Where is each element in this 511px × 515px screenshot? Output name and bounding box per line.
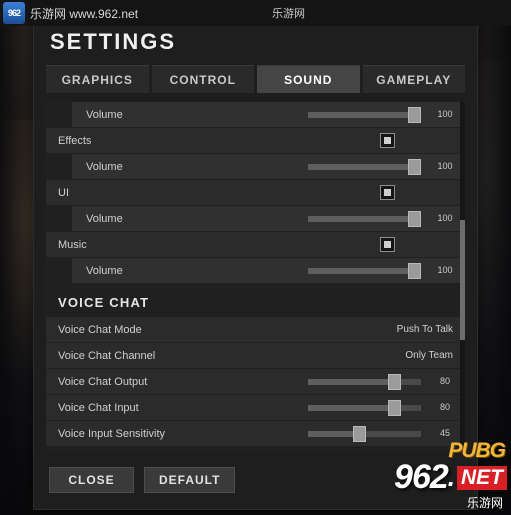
row-volume-1[interactable]: Volume 100 bbox=[72, 102, 465, 127]
row-label: Voice Chat Mode bbox=[58, 323, 142, 336]
site-logo-icon: 962 bbox=[3, 2, 25, 24]
row-music[interactable]: Music bbox=[46, 232, 465, 257]
site-url-label: 乐游网 www.962.net bbox=[30, 6, 139, 21]
slider-fill bbox=[308, 163, 408, 170]
row-volume-4[interactable]: Volume 100 bbox=[72, 258, 465, 283]
row-label: Voice Chat Channel bbox=[58, 349, 156, 362]
volume-value-1: 100 bbox=[437, 109, 453, 119]
volume-slider-1[interactable] bbox=[308, 106, 421, 123]
row-label: Voice Chat Input bbox=[58, 401, 139, 414]
slider-knob[interactable] bbox=[353, 425, 366, 442]
slider-fill bbox=[308, 430, 353, 437]
volume-value-2: 100 bbox=[437, 161, 453, 171]
row-effects[interactable]: Effects bbox=[46, 128, 465, 153]
music-checkbox[interactable] bbox=[380, 237, 395, 252]
volume-slider-2[interactable] bbox=[308, 158, 421, 175]
row-voice-chat-output[interactable]: Voice Chat Output 80 bbox=[46, 369, 465, 394]
slider-fill bbox=[308, 111, 408, 118]
row-ui[interactable]: UI bbox=[46, 180, 465, 205]
settings-tabs: GRAPHICS CONTROL SOUND GAMEPLAY bbox=[46, 65, 465, 93]
tab-sound[interactable]: SOUND bbox=[257, 65, 360, 93]
row-label: Volume bbox=[86, 264, 123, 277]
scrollbar-thumb[interactable] bbox=[460, 220, 465, 340]
watermark-dot: . bbox=[447, 462, 455, 492]
volume-slider-4[interactable] bbox=[308, 262, 421, 279]
tab-control[interactable]: CONTROL bbox=[151, 65, 254, 93]
slider-fill bbox=[308, 267, 408, 274]
voice-sensitivity-slider[interactable] bbox=[308, 425, 421, 442]
watermark-net: NET bbox=[457, 465, 507, 490]
row-voice-chat-channel[interactable]: Voice Chat Channel Only Team bbox=[46, 343, 465, 368]
slider-knob[interactable] bbox=[388, 399, 401, 416]
settings-scroll-area: Volume 100 Effects Volume 100 UI Volume … bbox=[46, 102, 465, 452]
volume-value-3: 100 bbox=[437, 213, 453, 223]
row-label: Volume bbox=[86, 160, 123, 173]
watermark-subtitle: 乐游网 bbox=[466, 496, 503, 510]
screenshot-root: 962 乐游网 www.962.net 乐游网 SETTINGS GRAPHIC… bbox=[0, 0, 511, 515]
row-label: Volume bbox=[86, 212, 123, 225]
row-label: Voice Input Sensitivity bbox=[58, 427, 166, 440]
close-button[interactable]: CLOSE bbox=[49, 467, 134, 493]
voice-input-slider[interactable] bbox=[308, 399, 421, 416]
slider-knob[interactable] bbox=[408, 158, 421, 175]
effects-checkbox[interactable] bbox=[380, 133, 395, 148]
slider-knob[interactable] bbox=[408, 106, 421, 123]
scrollbar-track[interactable] bbox=[460, 102, 465, 452]
row-value: Push To Talk bbox=[396, 324, 453, 335]
slider-knob[interactable] bbox=[408, 262, 421, 279]
voice-chat-section-title: VOICE CHAT bbox=[58, 295, 150, 310]
settings-list: Volume 100 Effects Volume 100 UI Volume … bbox=[46, 102, 465, 447]
voice-output-slider[interactable] bbox=[308, 373, 421, 390]
voice-output-value: 80 bbox=[439, 376, 450, 386]
row-volume-2[interactable]: Volume 100 bbox=[72, 154, 465, 179]
tab-gameplay[interactable]: GAMEPLAY bbox=[362, 65, 465, 93]
row-value: Only Team bbox=[405, 350, 453, 361]
default-button[interactable]: DEFAULT bbox=[144, 467, 236, 493]
row-label: Effects bbox=[58, 134, 92, 147]
row-label: Music bbox=[58, 238, 87, 251]
row-volume-3[interactable]: Volume 100 bbox=[72, 206, 465, 231]
slider-fill bbox=[308, 378, 388, 385]
slider-fill bbox=[308, 404, 388, 411]
tab-graphics[interactable]: GRAPHICS bbox=[46, 65, 149, 93]
volume-value-4: 100 bbox=[437, 265, 453, 275]
row-label: UI bbox=[58, 186, 69, 199]
row-voice-input-sensitivity[interactable]: Voice Input Sensitivity 45 bbox=[46, 421, 465, 446]
site-watermark-label: 乐游网 bbox=[272, 8, 305, 20]
row-voice-chat-input[interactable]: Voice Chat Input 80 bbox=[46, 395, 465, 420]
row-label: Voice Chat Output bbox=[58, 375, 148, 388]
site-watermark-logo: 962 . NET bbox=[394, 458, 507, 497]
row-label: Volume bbox=[86, 108, 123, 121]
slider-knob[interactable] bbox=[408, 210, 421, 227]
voice-input-value: 80 bbox=[439, 402, 450, 412]
row-voice-chat-mode[interactable]: Voice Chat Mode Push To Talk bbox=[46, 317, 465, 342]
slider-knob[interactable] bbox=[388, 373, 401, 390]
settings-panel: SETTINGS GRAPHICS CONTROL SOUND GAMEPLAY… bbox=[33, 10, 478, 510]
watermark-number: 962 bbox=[394, 458, 449, 496]
site-top-bar: 962 乐游网 www.962.net 乐游网 bbox=[0, 0, 511, 26]
volume-slider-3[interactable] bbox=[308, 210, 421, 227]
slider-fill bbox=[308, 215, 408, 222]
ui-checkbox[interactable] bbox=[380, 185, 395, 200]
